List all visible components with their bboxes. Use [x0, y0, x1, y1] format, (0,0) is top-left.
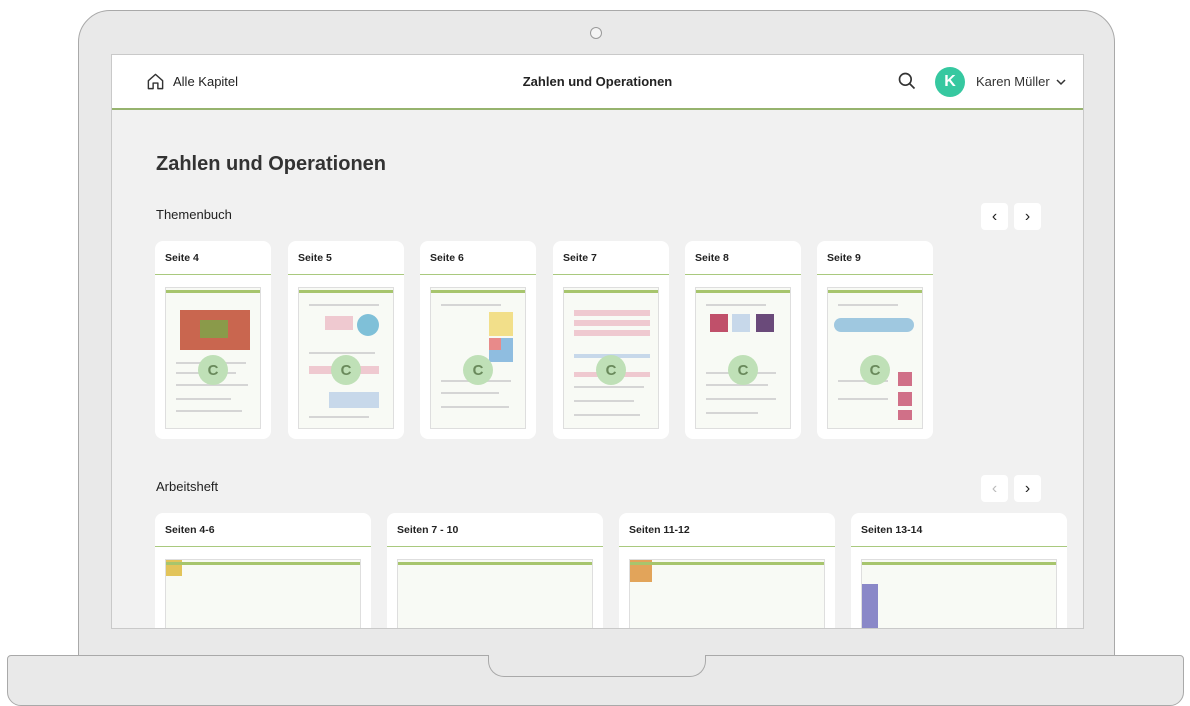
c-badge: C: [596, 355, 626, 385]
arbeitsheft-card-seiten-11-12[interactable]: Seiten 11-12 C: [619, 513, 835, 628]
themenbuch-card-seite-4[interactable]: Seite 4 C: [155, 241, 271, 439]
page-title: Zahlen und Operationen: [156, 153, 387, 175]
card-label: Seite 4: [155, 241, 271, 275]
arbeitsheft-card-seiten-4-6[interactable]: Seiten 4-6 C: [155, 513, 371, 628]
c-badge: C: [198, 355, 228, 385]
chevron-down-icon: [1056, 78, 1066, 85]
laptop-mockup: Alle Kapitel Zahlen und Operationen K Ka…: [0, 0, 1190, 706]
user-menu[interactable]: Karen Müller: [976, 74, 1067, 89]
themenbuch-card-seite-5[interactable]: Seite 5 C: [288, 241, 404, 439]
search-icon[interactable]: [897, 71, 917, 91]
app-screen: Alle Kapitel Zahlen und Operationen K Ka…: [111, 54, 1084, 629]
c-badge: C: [331, 355, 361, 385]
c-badge: C: [463, 355, 493, 385]
arbeitsheft-card-seiten-7-10[interactable]: Seiten 7 - 10: [387, 513, 603, 628]
card-label: Seiten 11-12: [619, 513, 835, 547]
arbeitsheft-prev-button[interactable]: ‹: [981, 475, 1008, 502]
card-label: Seite 8: [685, 241, 801, 275]
section-themenbuch-label: Themenbuch: [156, 207, 232, 222]
section-arbeitsheft-label: Arbeitsheft: [156, 479, 219, 494]
card-label: Seite 9: [817, 241, 933, 275]
arbeitsheft-card-seiten-13-14[interactable]: Seiten 13-14 C: [851, 513, 1067, 628]
c-badge: C: [860, 355, 890, 385]
page-thumbnail: [165, 559, 361, 628]
page-thumbnail: [397, 559, 593, 628]
page-thumbnail: [629, 559, 825, 628]
camera-icon: [590, 27, 602, 39]
card-label: Seite 6: [420, 241, 536, 275]
card-label: Seiten 13-14: [851, 513, 1067, 547]
themenbuch-card-seite-8[interactable]: Seite 8 C: [685, 241, 801, 439]
themenbuch-prev-button[interactable]: ‹: [981, 203, 1008, 230]
themenbuch-card-seite-7[interactable]: Seite 7 C: [553, 241, 669, 439]
page-thumbnail: [861, 559, 1057, 628]
user-name: Karen Müller: [976, 74, 1050, 89]
arbeitsheft-next-button[interactable]: ›: [1014, 475, 1041, 502]
c-badge: C: [728, 355, 758, 385]
themenbuch-next-button[interactable]: ›: [1014, 203, 1041, 230]
top-bar: Alle Kapitel Zahlen und Operationen K Ka…: [112, 55, 1083, 110]
card-label: Seite 7: [553, 241, 669, 275]
themenbuch-card-seite-6[interactable]: Seite 6 C: [420, 241, 536, 439]
card-label: Seiten 4-6: [155, 513, 371, 547]
themenbuch-card-seite-9[interactable]: Seite 9 C: [817, 241, 933, 439]
card-label: Seiten 7 - 10: [387, 513, 603, 547]
laptop-notch: [488, 655, 706, 677]
avatar[interactable]: K: [935, 67, 965, 97]
card-label: Seite 5: [288, 241, 404, 275]
